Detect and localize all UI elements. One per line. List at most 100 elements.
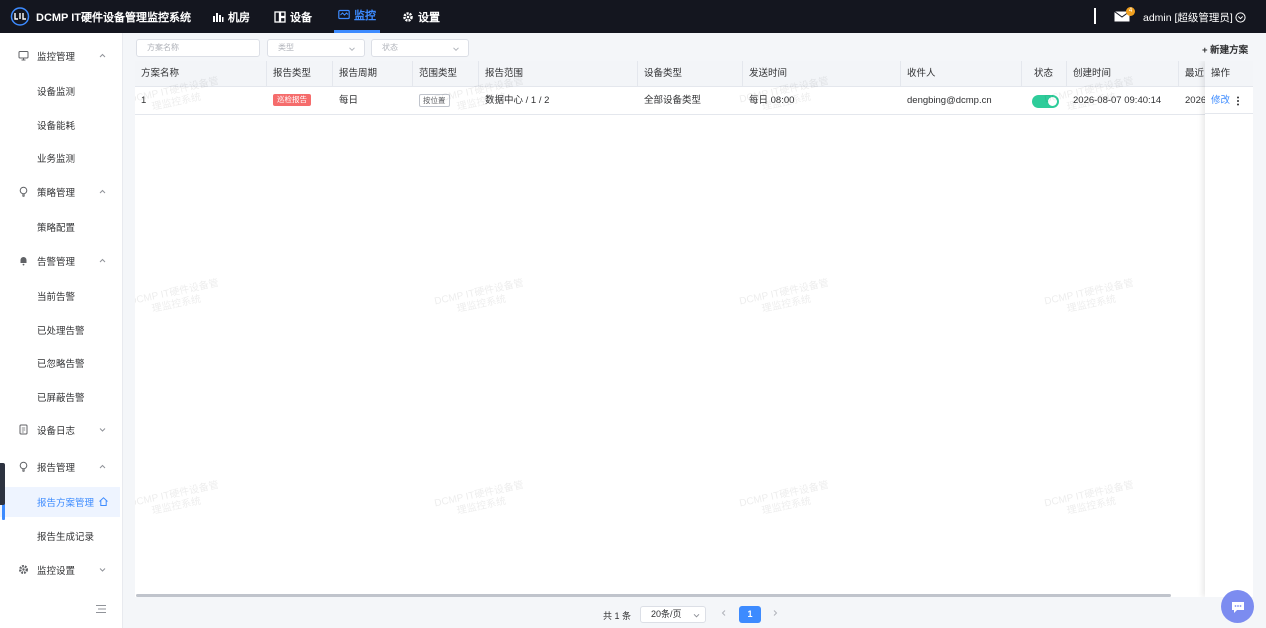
cell-action: 修改 [1205, 87, 1253, 114]
column-header: 方案名称 [135, 61, 267, 87]
user-menu[interactable]: admin [超级管理员] [1143, 10, 1246, 25]
chat-bubble-icon [1231, 601, 1244, 613]
nav-tab-label: 设备 [290, 11, 312, 24]
grid-icon [274, 10, 286, 23]
nav-tab-devices[interactable]: 设备 [270, 0, 316, 33]
bulb-icon [19, 461, 28, 472]
sidebar-group-label: 告警管理 [37, 257, 76, 268]
chevron-up-icon [99, 258, 106, 263]
chevron-left-icon[interactable] [720, 609, 728, 617]
sidebar: 监控管理 设备监测 设备能耗 业务监测 策略管理 策略配置 告警管理 当前告警 … [0, 33, 123, 628]
watermark: DCMP IT硬件设备管 理监控系统 [135, 277, 220, 315]
sidebar-group-monitor-settings[interactable]: 监控设置 [0, 560, 123, 580]
sidebar-group-label: 策略管理 [37, 188, 76, 199]
sidebar-item-energy[interactable]: 设备能耗 [0, 115, 123, 135]
chevron-down-icon [99, 428, 106, 432]
report-plan-table: 方案名称 报告类型 报告周期 范围类型 报告范围 设备类型 发送时间 收件人 状… [135, 61, 1253, 597]
status-select[interactable]: 状态 [371, 39, 469, 57]
cell-scope: 数据中心 / 1 / 2 [485, 95, 550, 106]
sidebar-item-blocked-alarm[interactable]: 已屏蔽告警 [0, 387, 123, 407]
column-header: 报告类型 [267, 61, 333, 87]
sidebar-item-device-monitoring[interactable]: 设备监测 [0, 81, 123, 101]
page-size-select[interactable]: 20条/页 [640, 606, 706, 623]
edit-link[interactable]: 修改 [1211, 95, 1230, 106]
bulb-icon [19, 186, 28, 197]
app-title: DCMP IT硬件设备管理监控系统 [36, 12, 192, 24]
sidebar-item-ignored-alarm[interactable]: 已忽略告警 [0, 353, 123, 373]
cell-plan-name: 1 [141, 95, 147, 106]
collapse-menu-icon[interactable] [95, 603, 107, 615]
app-logo-icon [10, 7, 30, 26]
cell-report-type: 巡检报告 [267, 87, 333, 114]
cell-device-type: 全部设备类型 [644, 95, 702, 106]
chevron-right-icon[interactable] [771, 609, 779, 617]
report-type-tag: 巡检报告 [273, 94, 311, 107]
top-navbar: DCMP IT硬件设备管理监控系统 机房 设备 监控 设置 4 admin [超… [0, 0, 1266, 33]
nav-tab-label: 设置 [418, 11, 440, 24]
column-header: 报告范围 [479, 61, 638, 87]
monitor-icon [338, 9, 350, 20]
gear-icon [403, 11, 413, 22]
pagination-total: 共 1 条 [603, 611, 632, 621]
sidebar-group-label: 监控设置 [37, 566, 76, 577]
sidebar-item-current-alarm[interactable]: 当前告警 [0, 286, 123, 306]
monitor-icon [18, 51, 29, 61]
sidebar-group-device-log[interactable]: 设备日志 [0, 420, 123, 440]
user-name: admin [超级管理员] [1143, 12, 1233, 24]
sidebar-group-label: 设备日志 [37, 426, 76, 437]
sidebar-item-report-plan[interactable]: 报告方案管理 [0, 487, 120, 517]
sidebar-group-monitor-management[interactable]: 监控管理 [0, 46, 123, 66]
document-icon [19, 424, 28, 435]
cell-cycle: 每日 [339, 95, 359, 106]
horizontal-scrollbar[interactable] [136, 594, 1171, 597]
more-vertical-icon[interactable] [1236, 96, 1240, 106]
sidebar-item-report-records[interactable]: 报告生成记录 [0, 526, 123, 546]
side-handle[interactable] [0, 463, 5, 505]
page-number-button[interactable]: 1 [739, 606, 761, 623]
sidebar-group-policy[interactable]: 策略管理 [0, 182, 123, 202]
cell-recipient: dengbing@dcmp.cn [907, 95, 992, 106]
nav-tab-label: 监控 [354, 10, 376, 22]
table-row[interactable]: 1 巡检报告 每日 按位置 数据中心 / 1 / 2 全部设备类型 每日 08:… [135, 87, 1253, 115]
home-icon[interactable] [98, 496, 109, 507]
sidebar-group-alarm[interactable]: 告警管理 [0, 251, 123, 271]
column-header: 范围类型 [413, 61, 479, 87]
watermark: DCMP IT硬件设备管 理监控系统 [1043, 479, 1135, 517]
column-header: 设备类型 [638, 61, 743, 87]
cell-scope-type: 按位置 [413, 87, 479, 114]
watermark: DCMP IT硬件设备管 理监控系统 [433, 479, 525, 517]
sidebar-item-policy-config[interactable]: 策略配置 [0, 217, 123, 237]
chevron-down-icon [693, 613, 700, 618]
type-select[interactable]: 类型 [267, 39, 365, 57]
gear-icon [19, 565, 28, 574]
nav-tab-monitor[interactable]: 监控 [334, 0, 380, 33]
cell-status [1022, 87, 1067, 114]
column-header: 发送时间 [743, 61, 901, 87]
bar-chart-icon [213, 12, 224, 22]
status-toggle[interactable] [1032, 95, 1059, 108]
watermark: DCMP IT硬件设备管 理监控系统 [1043, 277, 1135, 315]
chevron-down-icon [99, 568, 106, 572]
watermark: DCMP IT硬件设备管 理监控系统 [135, 479, 220, 517]
table-header: 方案名称 报告类型 报告周期 范围类型 报告范围 设备类型 发送时间 收件人 状… [135, 61, 1253, 87]
plan-name-input[interactable]: 方案名称 [136, 39, 260, 57]
new-plan-button[interactable]: + 新建方案 [1202, 42, 1248, 56]
sidebar-item-handled-alarm[interactable]: 已处理告警 [0, 320, 123, 340]
cell-created: 2026-08-07 09:40:14 [1073, 95, 1162, 106]
chevron-up-icon [99, 53, 106, 58]
sidebar-group-report[interactable]: 报告管理 [0, 457, 123, 477]
sidebar-group-label: 报告管理 [37, 463, 76, 474]
column-header: 操作 [1205, 61, 1253, 87]
chat-button[interactable] [1221, 590, 1254, 623]
watermark: DCMP IT硬件设备管 理监控系统 [738, 479, 830, 517]
sidebar-group-label: 监控管理 [37, 52, 76, 63]
watermark: DCMP IT硬件设备管 理监控系统 [738, 277, 830, 315]
chevron-up-icon [99, 189, 106, 194]
nav-tab-settings[interactable]: 设置 [398, 0, 444, 33]
fixed-action-column: 操作 修改 [1205, 61, 1253, 597]
nav-tab-rooms[interactable]: 机房 [208, 0, 254, 33]
nav-tab-label: 机房 [228, 11, 250, 24]
sidebar-item-business-monitoring[interactable]: 业务监测 [0, 148, 123, 168]
notification-badge: 4 [1126, 7, 1135, 16]
bell-icon [19, 257, 28, 266]
